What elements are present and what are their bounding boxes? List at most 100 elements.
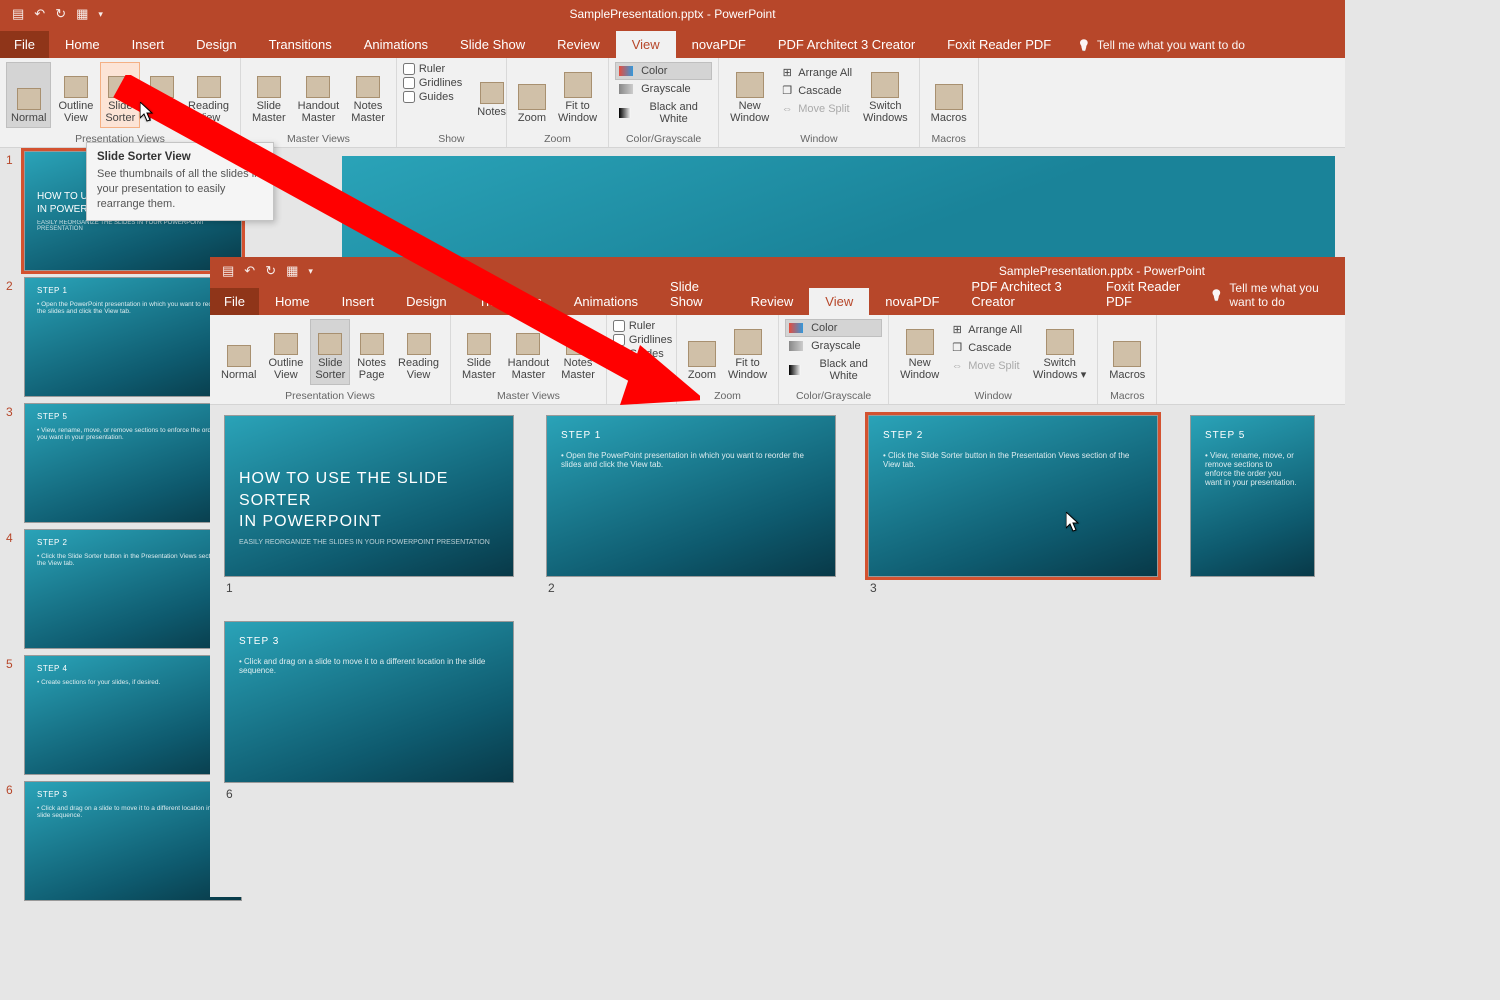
redo-icon[interactable]: ↻	[55, 6, 66, 22]
fit-window-button[interactable]: Fit to Window	[553, 62, 602, 128]
gridlines-checkbox[interactable]: Gridlines	[403, 76, 462, 90]
tab-foxit[interactable]: Foxit Reader PDF	[1090, 273, 1200, 315]
notes-master-button[interactable]: Notes Master	[346, 62, 390, 128]
ruler-checkbox[interactable]: Ruler	[613, 319, 670, 333]
slide-master-button[interactable]: Slide Master	[457, 319, 501, 385]
outline-view-button[interactable]: Outline View	[263, 319, 308, 385]
zoom-button[interactable]: Zoom	[683, 319, 721, 385]
group-presentation-views: Normal Outline View Slide Sorter Notes P…	[0, 58, 241, 147]
zoom-button[interactable]: Zoom	[513, 62, 551, 128]
group-label: Show	[613, 388, 670, 402]
qat-customize-icon[interactable]: ▾	[98, 9, 103, 20]
group-label: Window	[895, 388, 1091, 402]
tab-slideshow[interactable]: Slide Show	[654, 273, 735, 315]
move-split-button[interactable]: ⇔Move Split	[776, 100, 856, 118]
tab-foxit[interactable]: Foxit Reader PDF	[931, 31, 1067, 58]
slide-master-button[interactable]: Slide Master	[247, 62, 291, 128]
reading-view-button[interactable]: Reading View	[183, 62, 234, 128]
tab-home[interactable]: Home	[49, 31, 116, 58]
slide-sorter-button[interactable]: Slide Sorter	[100, 62, 140, 128]
reading-view-button[interactable]: Reading View	[393, 319, 444, 385]
slide-sorter-button[interactable]: Slide Sorter	[310, 319, 350, 385]
tab-home[interactable]: Home	[259, 288, 326, 315]
tab-review[interactable]: Review	[541, 31, 616, 58]
tab-transitions[interactable]: Transitions	[253, 31, 348, 58]
tab-view[interactable]: View	[616, 31, 676, 58]
tab-review[interactable]: Review	[735, 288, 810, 315]
arrange-all-button[interactable]: ⊞Arrange All	[946, 321, 1026, 339]
handout-master-button[interactable]: Handout Master	[293, 62, 345, 128]
file-tab[interactable]: File	[210, 288, 259, 315]
tab-animations[interactable]: Animations	[558, 288, 654, 315]
group-label: Zoom	[513, 131, 602, 145]
sorter-slide-1[interactable]: HOW TO USE THE SLIDE SORTER IN POWERPOIN…	[224, 415, 514, 599]
macros-button[interactable]: Macros	[1104, 319, 1150, 385]
tab-design[interactable]: Design	[390, 288, 462, 315]
group-show: Ruler Gridlines Guides Show	[607, 315, 677, 404]
new-window-button[interactable]: New Window	[895, 319, 944, 385]
cascade-button[interactable]: ❐Cascade	[776, 82, 856, 100]
switch-windows-button[interactable]: Switch Windows	[858, 62, 913, 128]
notes-button[interactable]: Notes	[472, 62, 511, 122]
color-button[interactable]: Color	[615, 62, 712, 80]
group-label: Color/Grayscale	[615, 131, 712, 145]
bw-button[interactable]: Black and White	[785, 355, 882, 385]
start-from-beginning-icon[interactable]: ▦	[76, 6, 88, 22]
save-icon[interactable]: ▤	[12, 6, 24, 22]
color-button[interactable]: Color	[785, 319, 882, 337]
undo-icon[interactable]: ↶	[244, 263, 255, 279]
tab-pdfarchitect[interactable]: PDF Architect 3 Creator	[762, 31, 931, 58]
save-icon[interactable]: ▤	[222, 263, 234, 279]
tell-me[interactable]: Tell me what you want to do	[1067, 32, 1255, 58]
guides-checkbox[interactable]: Guides	[613, 347, 670, 361]
tab-transitions[interactable]: Transitions	[463, 288, 558, 315]
group-window: New Window ⊞Arrange All ❐Cascade ⇔Move S…	[889, 315, 1098, 404]
move-split-button: ⇔Move Split	[946, 357, 1026, 375]
current-slide[interactable]	[342, 156, 1335, 268]
grayscale-button[interactable]: Grayscale	[785, 337, 882, 355]
fit-window-button[interactable]: Fit to Window	[723, 319, 772, 385]
sorter-slide-6[interactable]: STEP 3• Click and drag on a slide to mov…	[224, 621, 514, 805]
tab-novapdf[interactable]: novaPDF	[869, 288, 955, 315]
arrange-all-button[interactable]: ⊞Arrange All	[776, 64, 856, 82]
guides-checkbox[interactable]: Guides	[403, 90, 462, 104]
qat-customize-icon[interactable]: ▾	[308, 266, 313, 277]
quick-access-toolbar: ▤ ↶ ↻ ▦ ▾	[0, 6, 115, 22]
group-master-views: Slide Master Handout Master Notes Master…	[451, 315, 607, 404]
undo-icon[interactable]: ↶	[34, 6, 45, 22]
gridlines-checkbox[interactable]: Gridlines	[613, 333, 670, 347]
group-color: Color Grayscale Black and White Color/Gr…	[609, 58, 719, 147]
tab-insert[interactable]: Insert	[116, 31, 181, 58]
outline-view-button[interactable]: Outline View	[53, 62, 98, 128]
sorter-slide-5[interactable]: STEP 5• View, rename, move, or remove se…	[1190, 415, 1315, 599]
group-presentation-views: Normal Outline View Slide Sorter Notes P…	[210, 315, 451, 404]
switch-windows-button[interactable]: Switch Windows ▾	[1028, 319, 1091, 385]
grayscale-button[interactable]: Grayscale	[615, 80, 712, 98]
handout-master-button[interactable]: Handout Master	[503, 319, 555, 385]
normal-view-button[interactable]: Normal	[6, 62, 51, 128]
macros-button[interactable]: Macros	[926, 62, 972, 128]
notes-page-button[interactable]: Notes Page	[352, 319, 391, 385]
sorter-slide-2[interactable]: STEP 1• Open the PowerPoint presentation…	[546, 415, 836, 599]
tab-design[interactable]: Design	[180, 31, 252, 58]
tell-me[interactable]: Tell me what you want to do	[1200, 275, 1345, 315]
tab-novapdf[interactable]: novaPDF	[676, 31, 762, 58]
slide-sorter-area[interactable]: HOW TO USE THE SLIDE SORTER IN POWERPOIN…	[210, 405, 1345, 897]
sorter-slide-3[interactable]: STEP 2• Click the Slide Sorter button in…	[868, 415, 1158, 599]
normal-view-button[interactable]: Normal	[216, 319, 261, 385]
tab-insert[interactable]: Insert	[326, 288, 391, 315]
redo-icon[interactable]: ↻	[265, 263, 276, 279]
file-tab[interactable]: File	[0, 31, 49, 58]
cascade-button[interactable]: ❐Cascade	[946, 339, 1026, 357]
tab-pdfarchitect[interactable]: PDF Architect 3 Creator	[955, 273, 1090, 315]
ruler-checkbox[interactable]: Ruler	[403, 62, 462, 76]
group-label: Macros	[926, 131, 972, 145]
tab-animations[interactable]: Animations	[348, 31, 444, 58]
lightbulb-icon	[1210, 288, 1224, 302]
tab-slideshow[interactable]: Slide Show	[444, 31, 541, 58]
bw-button[interactable]: Black and White	[615, 98, 712, 128]
notes-master-button[interactable]: Notes Master	[556, 319, 600, 385]
start-from-beginning-icon[interactable]: ▦	[286, 263, 298, 279]
tab-view[interactable]: View	[809, 288, 869, 315]
new-window-button[interactable]: New Window	[725, 62, 774, 128]
